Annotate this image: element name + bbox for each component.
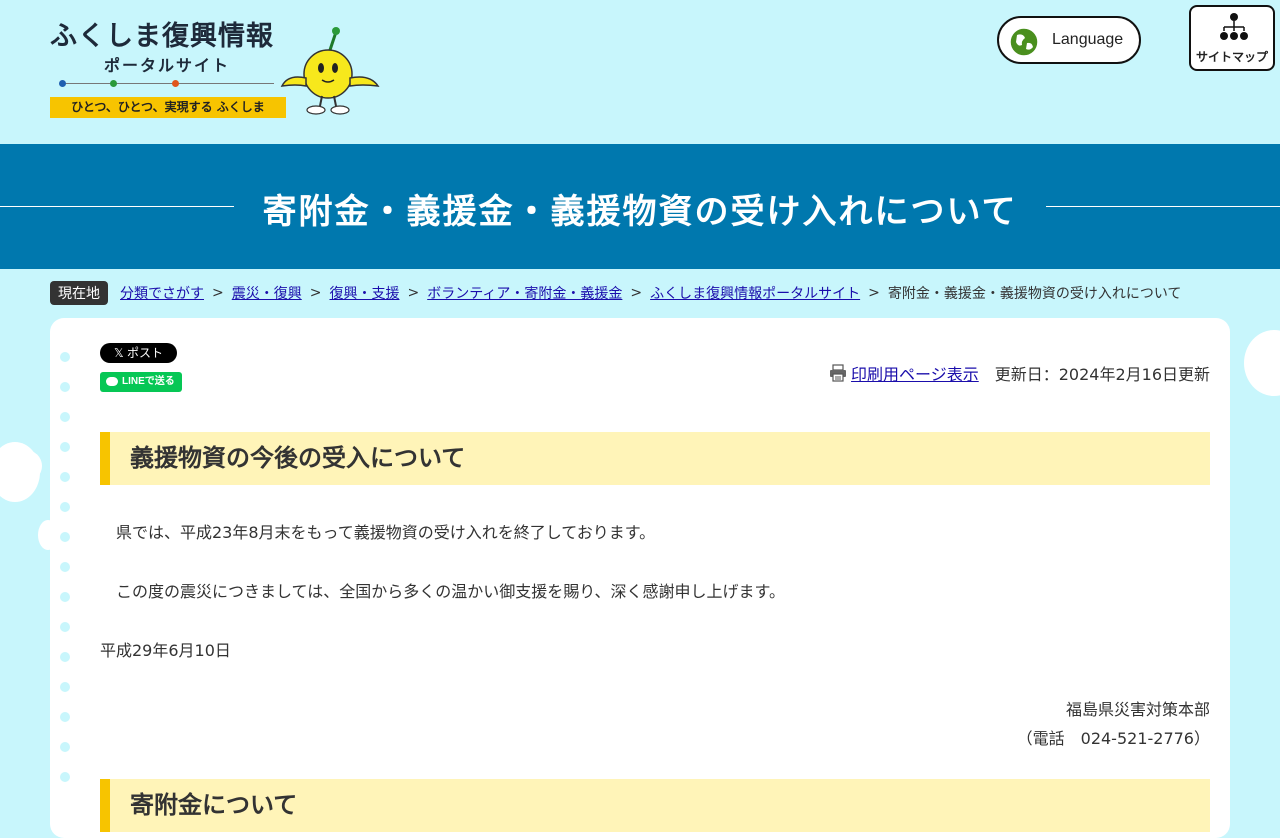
notebook-hole [60, 712, 70, 722]
notebook-hole [60, 472, 70, 482]
notebook-hole [60, 742, 70, 752]
breadcrumb-link-category[interactable]: 分類でさがす [120, 283, 204, 303]
logo-tagline: ひとつ、ひとつ、実現する ふくしま [50, 97, 286, 118]
content-card: 𝕏 ポスト LINEで送る 印刷用ページ表示 更新日：2024年2月16日更新 … [50, 318, 1230, 838]
sitemap-label: サイトマップ [1195, 50, 1268, 64]
site-logo[interactable]: ふくしま復興情報 ポータルサイト ひとつ、ひとつ、実現する ふくしま [50, 14, 390, 120]
notebook-hole [60, 532, 70, 542]
mascot-icon [280, 27, 380, 115]
globe-icon [1009, 27, 1039, 57]
breadcrumb-here-label: 現在地 [50, 281, 108, 305]
breadcrumb-separator: > [309, 285, 322, 301]
breadcrumb-link-volunteer[interactable]: ボランティア・寄附金・義援金 [427, 283, 622, 303]
line-share-label: LINEで送る [122, 376, 175, 387]
breadcrumb-link-support[interactable]: 復興・支援 [329, 283, 399, 303]
page-title: 寄附金・義援金・義援物資の受け入れについて [262, 192, 1018, 232]
signature-org: 福島県災害対策本部 [1065, 700, 1210, 719]
x-post-button[interactable]: 𝕏 ポスト [100, 343, 177, 363]
notebook-hole [60, 682, 70, 692]
language-button[interactable]: Language [997, 16, 1141, 64]
breadcrumb-separator: > [630, 285, 643, 301]
notebook-hole [60, 502, 70, 512]
breadcrumb-separator: > [407, 285, 420, 301]
paragraph-supplies-ended: 県では、平成23年8月末をもって義援物資の受け入れを終了しております。 [116, 523, 656, 542]
notebook-hole [60, 352, 70, 362]
printer-icon [830, 364, 847, 382]
breadcrumb-link-portal[interactable]: ふくしま復興情報ポータルサイト [650, 283, 860, 303]
section-heading-donations: 寄附金について [100, 779, 1210, 832]
print-page-link[interactable]: 印刷用ページ表示 [851, 361, 979, 385]
page-title-banner: 寄附金・義援金・義援物資の受け入れについて [0, 144, 1280, 269]
logo-title: ふくしま復興情報 [50, 21, 274, 52]
notebook-hole [60, 412, 70, 422]
logo-subtitle: ポータルサイト [104, 56, 231, 75]
notebook-holes [60, 352, 70, 802]
notebook-hole [60, 622, 70, 632]
signature-phone: （電話 024-521-2776） [1016, 729, 1210, 748]
paragraph-thanks: この度の震災につきましては、全国から多くの温かい御支援を賜り、深く感謝申し上げま… [116, 582, 785, 601]
notebook-hole [60, 772, 70, 782]
updated-date: 更新日：2024年2月16日更新 [994, 365, 1210, 384]
page-meta: 印刷用ページ表示 更新日：2024年2月16日更新 [829, 361, 1210, 385]
section-heading-supplies: 義援物資の今後の受入について [100, 432, 1210, 485]
logo-line [60, 83, 274, 84]
cloud-decoration [1244, 330, 1280, 396]
logo-dot-blue [59, 80, 66, 87]
breadcrumb-current: 寄附金・義援金・義援物資の受け入れについて [887, 286, 1182, 302]
breadcrumb-separator: > [868, 285, 880, 301]
notice-date: 平成29年6月10日 [100, 641, 231, 660]
language-label: Language [1052, 31, 1124, 48]
breadcrumb-link-disaster[interactable]: 震災・復興 [232, 283, 302, 303]
line-icon [106, 377, 118, 386]
notebook-hole [60, 592, 70, 602]
site-header: ふくしま復興情報 ポータルサイト ひとつ、ひとつ、実現する ふくしま Langu… [0, 0, 1280, 144]
sitemap-icon [1220, 13, 1248, 40]
cloud-decoration [10, 450, 42, 482]
notebook-hole [60, 382, 70, 392]
line-share-button[interactable]: LINEで送る [100, 372, 182, 392]
logo-dot-green [110, 80, 117, 87]
sitemap-button[interactable]: サイトマップ [1189, 5, 1275, 71]
notebook-hole [60, 442, 70, 452]
notebook-hole [60, 562, 70, 572]
breadcrumb-separator: > [212, 285, 224, 301]
logo-dot-red [172, 80, 179, 87]
breadcrumb: 現在地 分類でさがす > 震災・復興 > 復興・支援 > ボランティア・寄附金・… [50, 281, 1181, 305]
notebook-hole [60, 652, 70, 662]
